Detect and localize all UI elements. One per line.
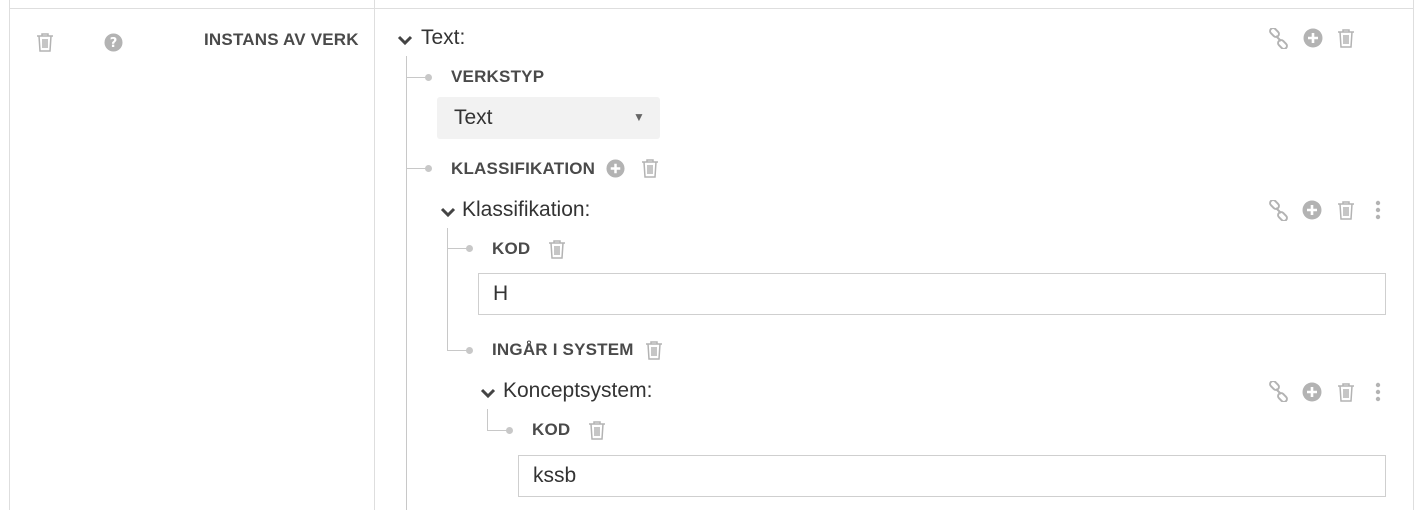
property-label-klassifikation: KLASSIFIKATION	[451, 159, 596, 178]
trash-icon[interactable]	[548, 239, 566, 259]
tree-node-dot	[466, 347, 473, 354]
tree-node-dot	[466, 245, 473, 252]
tree-node-dot	[425, 165, 432, 172]
caret-down-icon: ▼	[633, 110, 645, 124]
tree-node-dot	[506, 427, 513, 434]
trash-icon[interactable]	[588, 420, 606, 440]
tree-line	[487, 409, 488, 430]
konceptsystem-kod-input[interactable]	[518, 455, 1386, 497]
trash-icon[interactable]	[1337, 382, 1355, 402]
plus-circle-icon[interactable]	[1302, 200, 1322, 220]
plus-circle-icon[interactable]	[606, 159, 625, 178]
property-label-ingar-i-system: INGÅR I SYSTEM	[492, 340, 634, 359]
trash-icon[interactable]	[641, 158, 659, 178]
tree-node-dot	[425, 74, 432, 81]
property-label-kod: KOD	[532, 420, 571, 439]
kod-input[interactable]	[478, 273, 1386, 315]
trash-icon[interactable]	[1337, 200, 1355, 220]
property-label-verkstyp: VERKSTYP	[451, 67, 545, 86]
chevron-down-icon[interactable]	[440, 206, 456, 224]
verkstyp-select[interactable]: Text ▼	[437, 97, 660, 139]
entity-title-konceptsystem: Konceptsystem:	[503, 379, 653, 402]
panel-border-right	[1413, 0, 1414, 510]
plus-circle-icon[interactable]	[1303, 28, 1323, 48]
panel-border-left	[9, 0, 10, 510]
chevron-down-icon[interactable]	[480, 387, 496, 405]
vertical-ellipsis-icon[interactable]	[1374, 382, 1382, 402]
trash-icon[interactable]	[645, 340, 663, 360]
entity-title-klassifikation: Klassifikation:	[462, 198, 591, 221]
link-icon[interactable]	[1268, 381, 1289, 402]
tree-line	[447, 228, 448, 350]
panel-border-top	[9, 8, 1414, 9]
tree-branch	[406, 77, 426, 78]
verkstyp-selected-value: Text	[454, 106, 493, 129]
link-icon[interactable]	[1268, 200, 1289, 221]
tree-line	[406, 56, 407, 510]
link-icon[interactable]	[1268, 28, 1289, 49]
tree-branch	[487, 430, 507, 431]
tree-branch	[406, 168, 426, 169]
property-label-instans-av-verk: INSTANS AV VERK	[204, 30, 359, 49]
tree-branch	[447, 248, 467, 249]
entity-title-text: Text:	[421, 26, 466, 49]
tree-branch	[447, 350, 467, 351]
property-label-kod: KOD	[492, 239, 531, 258]
svg-text:?: ?	[110, 36, 118, 51]
trash-icon[interactable]	[1337, 28, 1355, 48]
column-divider	[374, 0, 375, 510]
chevron-down-icon[interactable]	[397, 34, 413, 52]
vertical-ellipsis-icon[interactable]	[1374, 200, 1382, 220]
plus-circle-icon[interactable]	[1302, 382, 1322, 402]
question-circle-icon[interactable]: ?	[104, 33, 123, 52]
trash-icon[interactable]	[36, 32, 54, 52]
